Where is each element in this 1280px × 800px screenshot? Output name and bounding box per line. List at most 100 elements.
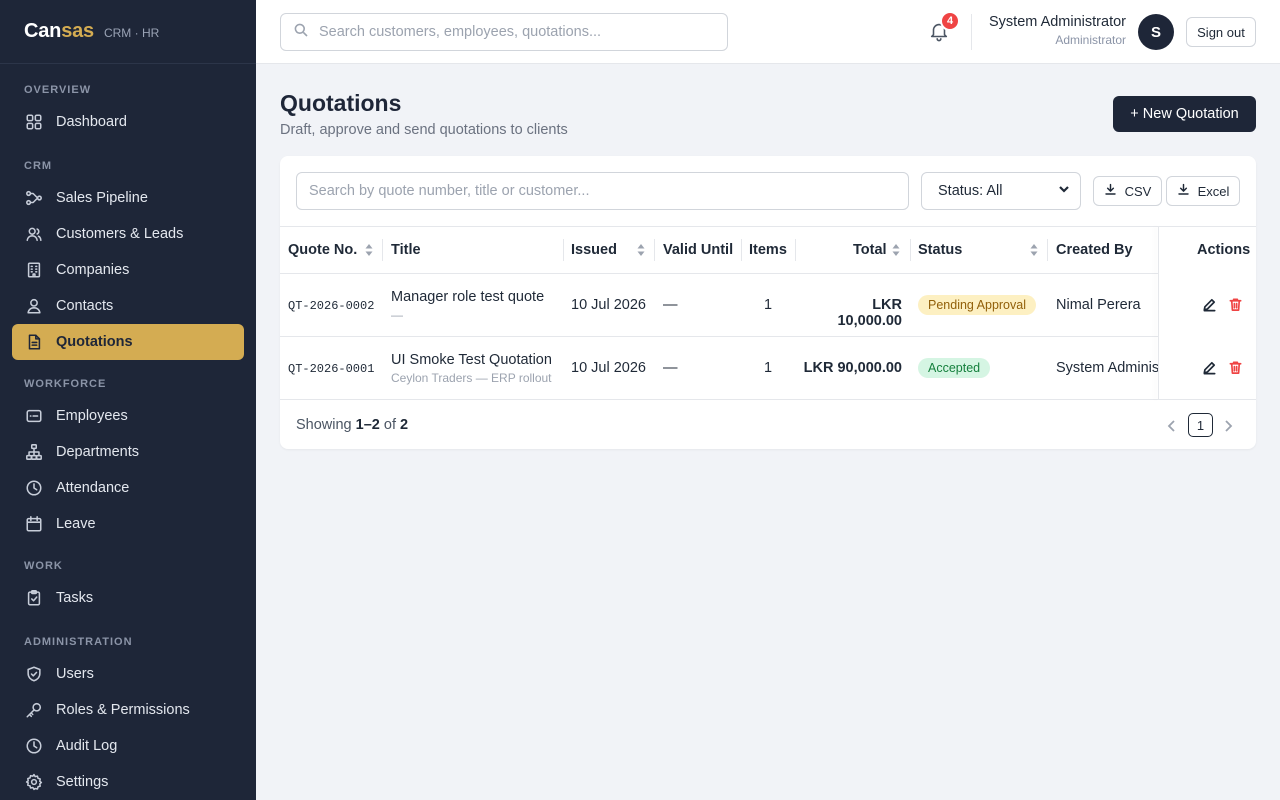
table-row[interactable]: QT-2026-0001 UI Smoke Test Quotation Cey… <box>280 337 1256 400</box>
trash-icon[interactable] <box>1228 360 1244 376</box>
sidebar-item-customers-leads[interactable]: Customers & Leads <box>12 216 244 252</box>
download-icon <box>1177 183 1198 199</box>
sidebar-item-quotations[interactable]: Quotations <box>12 324 244 360</box>
trash-icon[interactable] <box>1228 297 1244 313</box>
export-csv-label: CSV <box>1124 183 1152 199</box>
sign-out-button[interactable]: Sign out <box>1186 17 1256 47</box>
users-icon <box>24 224 44 244</box>
sidebar-item-departments[interactable]: Departments <box>12 434 244 470</box>
quote-number[interactable]: QT-2026-0001 <box>288 362 374 376</box>
sidebar-item-leave[interactable]: Leave <box>12 506 244 542</box>
sidebar-item-label: Attendance <box>56 480 130 496</box>
brand-logo: Cansas <box>24 20 94 42</box>
export-excel-label: Excel <box>1197 183 1230 199</box>
table-row[interactable]: QT-2026-0002 Manager role test quote — 1… <box>280 274 1256 337</box>
sidebar-item-attendance[interactable]: Attendance <box>12 470 244 506</box>
pagination-page-1[interactable]: 1 <box>1188 413 1213 437</box>
sidebar-item-label: Dashboard <box>56 114 127 130</box>
sidebar-item-label: Employees <box>56 408 128 424</box>
notifications-button[interactable]: 4 <box>928 11 960 46</box>
user-info: System Administrator Administrator <box>989 14 1126 47</box>
sidebar-item-employees[interactable]: Employees <box>12 398 244 434</box>
sidebar-item-label: Audit Log <box>56 738 118 754</box>
status-badge: Accepted <box>918 358 991 378</box>
shield-icon <box>24 664 44 684</box>
brand-subtitle: CRM · HR <box>103 25 160 40</box>
sidebar-item-label: Roles & Permissions <box>56 702 190 718</box>
topbar-divider <box>971 14 972 50</box>
quote-title[interactable]: Manager role test quote <box>391 289 544 305</box>
column-header-quote-no[interactable]: Quote No. <box>288 227 357 273</box>
issued-date: 10 Jul 2026 <box>571 360 646 376</box>
sidebar-item-label: Contacts <box>56 298 114 314</box>
column-header-issued[interactable]: Issued <box>571 227 617 273</box>
sidebar-item-tasks[interactable]: Tasks <box>12 580 244 616</box>
pagination-summary: Showing 1–2 of 2 <box>296 417 409 433</box>
grid-icon <box>24 112 44 132</box>
gear-icon <box>24 772 44 792</box>
sort-icon[interactable] <box>1030 242 1038 258</box>
quote-title-cell: UI Smoke Test Quotation Ceylon Traders —… <box>391 352 552 385</box>
column-header-status[interactable]: Status <box>918 227 962 273</box>
quote-title[interactable]: UI Smoke Test Quotation <box>391 352 552 368</box>
sidebar-item-companies[interactable]: Companies <box>12 252 244 288</box>
new-quotation-button[interactable]: + New Quotation <box>1113 96 1256 132</box>
sidebar-item-label: Users <box>56 666 94 682</box>
sidebar-item-sales-pipeline[interactable]: Sales Pipeline <box>12 180 244 216</box>
edit-icon[interactable] <box>1202 297 1218 313</box>
search-icon <box>293 22 309 43</box>
quotation-search-input[interactable] <box>296 172 909 210</box>
clipboard-icon <box>24 588 44 608</box>
column-header-total[interactable]: Total <box>853 227 887 273</box>
item-count: 1 <box>764 297 773 313</box>
column-separator <box>563 239 564 261</box>
nav-section-administration: ADMINISTRATION <box>24 636 133 648</box>
bell-icon <box>928 23 950 46</box>
valid-until: — <box>663 360 678 376</box>
column-header-valid-until: Valid Until <box>663 242 734 258</box>
sort-icon[interactable] <box>365 242 373 258</box>
sidebar-item-label: Sales Pipeline <box>56 190 148 206</box>
sidebar-item-contacts[interactable]: Contacts <box>12 288 244 324</box>
column-separator <box>795 239 796 261</box>
page-subtitle: Draft, approve and send quotations to cl… <box>280 122 568 138</box>
global-search-input[interactable] <box>319 24 709 40</box>
status-badge: Pending Approval <box>918 295 1036 315</box>
chevron-right-icon[interactable] <box>1223 419 1235 433</box>
chevron-left-icon[interactable] <box>1167 419 1179 433</box>
quote-subtitle: — <box>391 308 403 322</box>
sidebar-item-label: Leave <box>56 516 96 532</box>
sidebar-item-label: Customers & Leads <box>56 226 184 242</box>
export-csv-button[interactable]: CSV <box>1093 176 1162 206</box>
column-header-items: Items <box>749 242 787 258</box>
nav-section-crm: CRM <box>24 160 53 172</box>
topbar: 4 System Administrator Administrator S S… <box>256 0 1280 64</box>
sidebar-nav: OVERVIEW Dashboard CRM Sales Pipeline Cu… <box>0 64 256 800</box>
sidebar-item-label: Tasks <box>56 590 94 606</box>
column-separator <box>910 239 911 261</box>
quotations-card: Status: All CSV Excel Quote No. Title Is… <box>280 156 1256 449</box>
brand[interactable]: Cansas CRM · HR <box>0 0 256 64</box>
table-header: Quote No. Title Issued Valid Until Items… <box>280 226 1256 274</box>
sidebar-item-settings[interactable]: Settings <box>12 764 244 800</box>
edit-icon[interactable] <box>1202 360 1218 376</box>
global-search[interactable] <box>280 13 728 51</box>
export-excel-button[interactable]: Excel <box>1166 176 1240 206</box>
quote-title-cell: Manager role test quote — <box>391 289 544 322</box>
sidebar-item-dashboard[interactable]: Dashboard <box>12 104 244 140</box>
quote-number[interactable]: QT-2026-0002 <box>288 299 374 313</box>
sidebar-item-roles-permissions[interactable]: Roles & Permissions <box>12 692 244 728</box>
calendar-icon <box>24 514 44 534</box>
sidebar-item-users[interactable]: Users <box>12 656 244 692</box>
nav-section-workforce: WORKFORCE <box>24 378 107 390</box>
avatar[interactable]: S <box>1138 14 1174 50</box>
clock-icon <box>24 478 44 498</box>
column-header-created-by: Created By <box>1056 242 1133 258</box>
sort-icon[interactable] <box>892 242 900 258</box>
sidebar-item-audit-log[interactable]: Audit Log <box>12 728 244 764</box>
status-filter-select[interactable]: Status: All <box>921 172 1081 210</box>
user-name: System Administrator <box>989 14 1126 30</box>
download-icon <box>1104 183 1125 199</box>
sort-icon[interactable] <box>637 242 645 258</box>
column-separator <box>382 239 383 261</box>
